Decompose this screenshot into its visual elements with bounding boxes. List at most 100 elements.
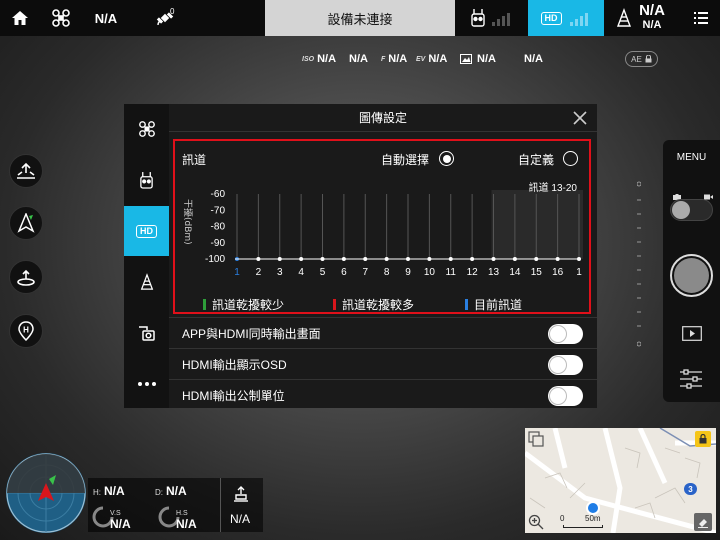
gps-indicator[interactable]: 0 xyxy=(148,0,182,36)
shutter-inner xyxy=(674,258,709,293)
battery-indicator[interactable]: N/A N/A xyxy=(606,0,674,36)
camera-settings-button[interactable] xyxy=(679,369,703,394)
telemetry-panel: H: N/A D: N/A V.S N/A H.S N/A N/A xyxy=(88,478,263,532)
remote-signal[interactable] xyxy=(463,0,521,36)
range-shading xyxy=(491,190,583,259)
storage-param: N/A xyxy=(524,50,543,68)
x-tick-label: 8 xyxy=(384,267,390,278)
scale-start: 0 xyxy=(560,514,565,523)
legend-high-interference: 訊道乾擾較多 xyxy=(333,296,414,313)
vs-label: V.S xyxy=(110,510,121,517)
legend-label: 訊道乾擾較少 xyxy=(212,298,285,312)
home-button[interactable] xyxy=(0,0,40,36)
close-button[interactable] xyxy=(571,109,589,127)
ae-lock-button[interactable]: AE xyxy=(625,51,658,67)
hdmi-osd-toggle[interactable] xyxy=(548,355,583,375)
list-icon xyxy=(694,12,708,24)
custom-label: 自定義 xyxy=(518,153,555,167)
chart-title: 訊道 13-20 xyxy=(529,181,578,194)
photo-format-value: N/A xyxy=(477,53,496,65)
y-tick-label: -80 xyxy=(211,222,226,233)
hdmi-metric-toggle[interactable] xyxy=(548,386,583,406)
map-zoom-button[interactable] xyxy=(528,514,544,533)
y-axis-label: 干擾(dBm) xyxy=(182,199,194,245)
waypoint-button[interactable]: H xyxy=(9,314,43,348)
exposure-scale xyxy=(636,180,642,350)
playback-button[interactable] xyxy=(682,326,702,346)
channel-label: 訊道 xyxy=(182,153,207,167)
menu-list-button[interactable] xyxy=(686,0,716,36)
toggle-knob xyxy=(549,387,567,405)
close-icon xyxy=(573,111,587,125)
attitude-radar xyxy=(6,453,86,533)
x-tick-label: 12 xyxy=(467,267,479,278)
connection-status[interactable]: 設備未連接 xyxy=(265,0,455,36)
toggle-row-app-hdmi: APP與HDMI同時輸出畫面 xyxy=(169,317,597,348)
switch-knob xyxy=(672,201,690,219)
vision-position-icon-wrap xyxy=(233,486,249,507)
legend-swatch xyxy=(465,299,468,310)
toggle-knob xyxy=(549,325,567,343)
vision-value: N/A xyxy=(230,512,251,526)
camera-control-panel: MENU xyxy=(663,140,720,402)
map-clear-button[interactable] xyxy=(694,513,712,531)
navigation-mode-button[interactable] xyxy=(9,206,43,240)
hd-signal[interactable]: HD xyxy=(528,0,604,36)
sidebar-item-aircraft[interactable] xyxy=(124,104,169,154)
compass-arrow-icon xyxy=(17,213,35,233)
mini-map[interactable]: 3 0 50m xyxy=(525,428,716,533)
x-tick-label: 1 xyxy=(576,267,582,278)
ev-label: EV xyxy=(416,55,426,63)
ev-param: EV N/A xyxy=(416,50,447,68)
divider xyxy=(220,478,221,532)
map-layers-button[interactable] xyxy=(528,431,544,452)
app-hdmi-toggle[interactable] xyxy=(548,324,583,344)
x-tick-label: 1 xyxy=(234,267,240,278)
x-tick-label: 9 xyxy=(405,267,411,278)
vs-value: N/A xyxy=(110,517,131,531)
legend-low-interference: 訊道乾擾較少 xyxy=(203,296,284,313)
x-tick-label: 11 xyxy=(446,267,457,278)
hd-icon: HD xyxy=(136,224,157,238)
height-value: N/A xyxy=(104,484,125,498)
shutter-param: N/A xyxy=(349,50,368,68)
sidebar-item-more[interactable] xyxy=(124,359,169,409)
takeoff-icon xyxy=(17,162,35,179)
iso-value: N/A xyxy=(317,53,337,65)
y-tick-label: -70 xyxy=(211,205,226,216)
sidebar-item-hd[interactable]: HD xyxy=(124,206,169,256)
toggle-label: HDMI輸出顯示OSD xyxy=(182,357,287,372)
photo-video-switch[interactable] xyxy=(670,199,713,221)
aircraft-icon-button[interactable] xyxy=(46,0,76,36)
map-streets xyxy=(525,428,716,533)
sidebar-item-battery[interactable] xyxy=(124,257,169,307)
x-tick-label: 16 xyxy=(552,267,564,278)
home-icon xyxy=(12,11,28,25)
layers-icon xyxy=(528,431,544,447)
menu-button[interactable]: MENU xyxy=(663,152,720,163)
shutter-button[interactable] xyxy=(670,254,713,297)
custom-radio[interactable] xyxy=(563,151,578,166)
distance-readout: D: N/A xyxy=(155,484,187,498)
signal-bars-icon xyxy=(492,13,510,26)
sidebar-item-gimbal[interactable] xyxy=(124,308,169,358)
map-pin-icon: H xyxy=(18,321,34,341)
x-tick-label: 15 xyxy=(531,267,543,278)
hs-value: N/A xyxy=(176,517,197,531)
aperture-param: F N/A xyxy=(381,50,407,68)
toggle-knob xyxy=(549,356,567,374)
sidebar-item-remote[interactable] xyxy=(124,155,169,205)
y-tick-label: -60 xyxy=(211,189,226,200)
toggle-label: HDMI輸出公制單位 xyxy=(182,388,285,403)
iso-label: ISO xyxy=(302,55,315,63)
toggle-row-hdmi-osd: HDMI輸出顯示OSD xyxy=(169,348,597,379)
aperture-value: N/A xyxy=(388,53,408,65)
takeoff-button[interactable] xyxy=(9,154,43,188)
scale-label: 50m xyxy=(585,514,601,523)
map-lock-button[interactable] xyxy=(695,431,711,447)
remote-controller-icon xyxy=(140,171,153,189)
auto-select-label: 自動選擇 xyxy=(381,153,430,167)
auto-select-radio[interactable] xyxy=(439,151,454,166)
top-bar: N/A 0 設備未連接 HD N/A N/A xyxy=(0,0,720,36)
return-home-button[interactable] xyxy=(9,260,43,294)
